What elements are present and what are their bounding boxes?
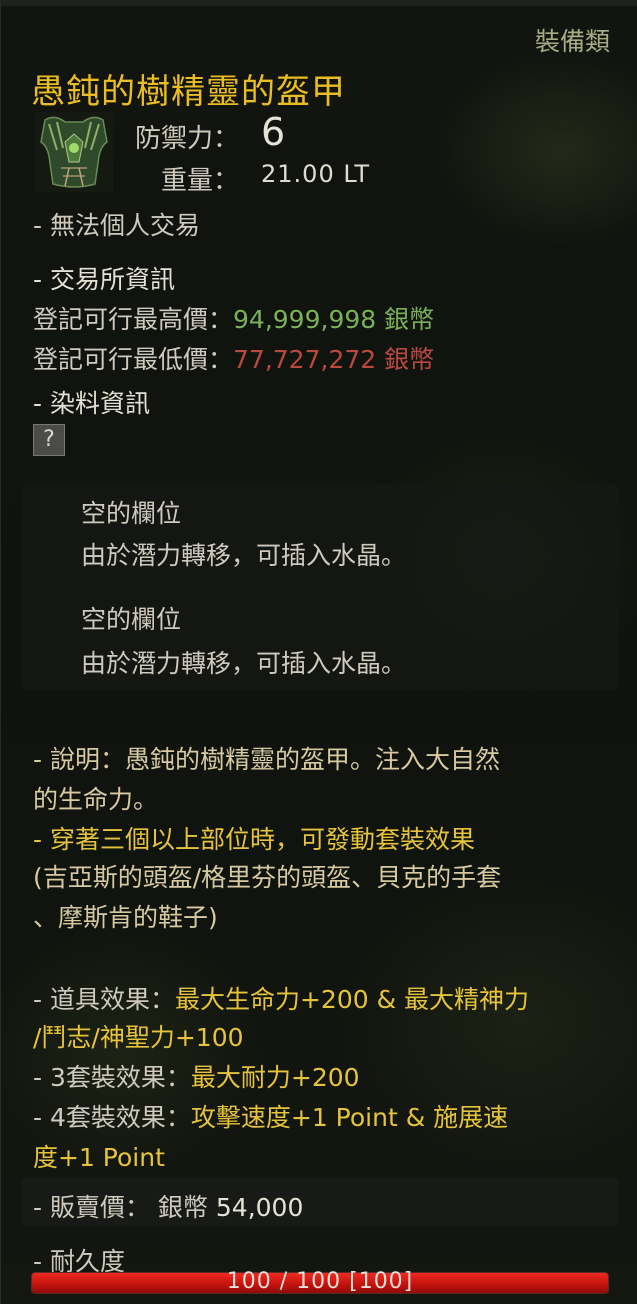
armor-icon — [35, 112, 113, 192]
market-max-value: 94,999,998 — [233, 305, 377, 334]
dye-slot-unknown-icon[interactable]: ? — [33, 424, 65, 456]
sell-price-row: - 販賣價： 銀幣 54,000 — [33, 1188, 303, 1224]
item-effect-value: 最大生命力+200 & 最大精神力 — [174, 985, 530, 1014]
set3-effect-value: 最大耐力+200 — [190, 1063, 360, 1092]
market-min-unit: 銀幣 — [384, 345, 435, 374]
item-category: 裝備類 — [534, 27, 610, 56]
description-line-1: - 說明：愚鈍的樹精靈的盔甲。注入大自然 — [33, 745, 500, 774]
set4-effect-value-cont: 度+1 Point — [33, 1143, 165, 1172]
defense-value: 6 — [261, 110, 286, 154]
market-min-value: 77,727,272 — [233, 345, 377, 374]
durability-text: 100 / 100 [100] — [226, 1269, 414, 1294]
set-pieces-line-1: (吉亞斯的頭盔/格里芬的頭盔、貝克的手套 — [33, 863, 502, 892]
slot-1-desc: 由於潛力轉移，可插入水晶。 — [81, 541, 407, 570]
set4-effect-value: 攻擊速度+1 Point & 施展速 — [190, 1103, 509, 1132]
set4-effect-row: - 4套裝效果：攻擊速度+1 Point & 施展速 — [33, 1098, 508, 1134]
item-effect-value-cont: /鬥志/神聖力+100 — [33, 1023, 244, 1052]
sell-price-label: - 販賣價： — [33, 1193, 150, 1222]
market-header: - 交易所資訊 — [33, 265, 175, 294]
description-line-2: 的生命力。 — [33, 785, 159, 814]
market-max-unit: 銀幣 — [384, 305, 435, 334]
market-max-label: 登記可行最高價： — [33, 305, 234, 334]
top-edge — [1, 0, 637, 6]
defense-label: 防禦力： — [135, 124, 240, 154]
item-effect-row: - 道具效果：最大生命力+200 & 最大精神力 — [33, 980, 529, 1016]
set-condition-line: - 穿著三個以上部位時，可發動套裝效果 — [33, 825, 475, 854]
slot-1-title: 空的欄位 — [81, 499, 182, 528]
sell-price-currency: 銀幣 — [157, 1193, 208, 1222]
trade-restriction: - 無法個人交易 — [33, 211, 200, 240]
slot-2-title: 空的欄位 — [81, 605, 182, 634]
item-effect-label: - 道具效果： — [33, 985, 175, 1014]
market-max-row: 登記可行最高價：94,999,998 銀幣 — [33, 300, 434, 336]
set-pieces-line-2: 、摩斯肯的鞋子) — [33, 903, 218, 932]
market-min-label: 登記可行最低價： — [33, 345, 234, 374]
item-tooltip: 裝備類 愚鈍的樹精靈的盔甲 防禦力： 6 重量： 21.00 LT - 無法個人… — [0, 0, 637, 1304]
set3-effect-label: - 3套裝效果： — [33, 1063, 191, 1092]
dye-header: - 染料資訊 — [33, 389, 150, 418]
weight-value: 21.00 LT — [261, 160, 371, 188]
set4-effect-label: - 4套裝效果： — [33, 1103, 191, 1132]
slot-2-desc: 由於潛力轉移，可插入水晶。 — [81, 649, 407, 678]
sell-price-value: 54,000 — [215, 1193, 304, 1222]
item-name: 愚鈍的樹精靈的盔甲 — [31, 72, 346, 112]
market-min-row: 登記可行最低價：77,727,272 銀幣 — [33, 340, 434, 376]
weight-label: 重量： — [161, 166, 240, 196]
set3-effect-row: - 3套裝效果：最大耐力+200 — [33, 1058, 360, 1094]
durability-bar: 100 / 100 [100] — [31, 1269, 609, 1294]
